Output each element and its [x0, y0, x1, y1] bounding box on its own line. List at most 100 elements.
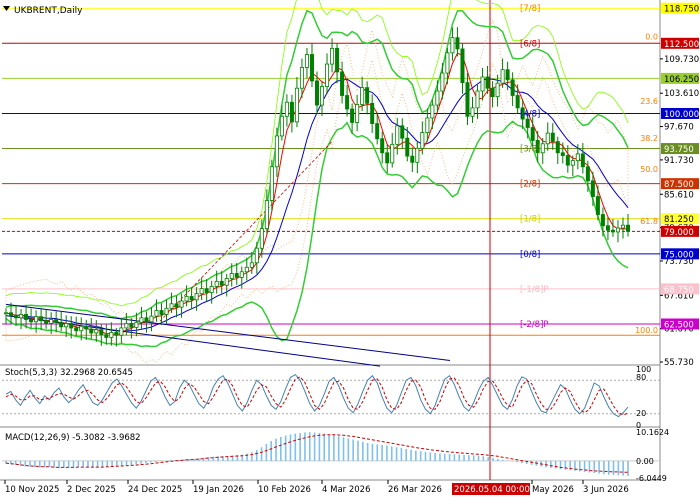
- candle-body: [395, 125, 400, 145]
- candle-body: [455, 37, 460, 50]
- fibo-label: 50.0: [640, 165, 658, 174]
- murrey-label: [0/8]: [520, 250, 540, 260]
- candle-body: [104, 334, 109, 338]
- candle-body: [626, 224, 631, 232]
- symbol-title: UKBRENT,Daily: [14, 6, 83, 16]
- candle-body: [325, 63, 330, 87]
- price-level-label: 81.250: [664, 215, 694, 225]
- candle-body: [570, 160, 575, 166]
- price-tick-label: 97.670: [664, 123, 694, 133]
- candle-body: [9, 312, 14, 316]
- candle-body: [54, 319, 59, 323]
- candle-body: [610, 229, 615, 233]
- candle-body: [154, 310, 159, 317]
- murrey-label: [6/8]: [520, 39, 540, 49]
- candle-body: [39, 316, 44, 322]
- candle-body: [294, 87, 299, 123]
- candle-body: [470, 107, 475, 117]
- candle-body: [209, 285, 214, 293]
- candle-body: [355, 104, 360, 123]
- candle-body: [179, 300, 184, 308]
- candle-body: [375, 123, 380, 140]
- price-level-label: 75.000: [664, 250, 694, 260]
- time-tick-label: May 2026: [532, 485, 574, 495]
- candle-body: [239, 271, 244, 278]
- candle-body: [224, 278, 229, 286]
- candle-body: [229, 273, 234, 279]
- price-level-label: 118.750: [664, 5, 699, 15]
- candle-body: [410, 155, 415, 163]
- candle-body: [515, 95, 520, 109]
- candle-body: [69, 323, 74, 329]
- candle-body: [620, 224, 625, 229]
- murrey-label: [3/8]: [520, 145, 540, 155]
- candle-body: [64, 323, 69, 328]
- candle-body: [365, 87, 370, 104]
- price-tick-label: 55.730: [664, 358, 694, 368]
- time-tick-label: 2 Dec 2025: [67, 485, 116, 495]
- candle-body: [49, 319, 54, 324]
- chart-window[interactable]: 100 80 20 0 10.1624 0.00 -6.0449 109.730 103.61…: [0, 0, 700, 500]
- candle-body: [259, 228, 264, 249]
- candle-body: [274, 135, 279, 168]
- candle-body: [425, 117, 430, 133]
- time-tick-label: 3 Jun 2026: [583, 485, 629, 495]
- candle-body: [264, 200, 269, 229]
- candle-body: [320, 86, 325, 106]
- macd-tick-label: 0.00: [636, 457, 654, 466]
- fibo-label: 61.8: [640, 217, 658, 226]
- candle-body: [600, 214, 605, 227]
- candle-body: [350, 108, 355, 123]
- candle-body: [330, 47, 335, 65]
- candle-body: [575, 153, 580, 162]
- price-tick-label: 109.730: [664, 55, 699, 65]
- candle-body: [119, 327, 124, 336]
- price-level-label: 68.750: [664, 285, 694, 295]
- fibo-label: 23.6: [640, 97, 658, 106]
- time-tick-label: 24 Dec 2025: [128, 485, 182, 495]
- candle-body: [380, 138, 385, 154]
- candle-body: [560, 152, 565, 156]
- candle-body: [114, 332, 119, 336]
- candle-body: [485, 76, 490, 89]
- candle-body: [84, 325, 89, 330]
- candle-body: [565, 155, 570, 166]
- candle-body: [595, 196, 600, 215]
- candle-body: [530, 127, 535, 141]
- candle-body: [430, 104, 435, 119]
- candle-body: [59, 321, 64, 328]
- candle-body: [335, 47, 340, 73]
- candle-body: [500, 69, 505, 84]
- price-level-label: 106.250: [664, 75, 699, 85]
- candle-body: [74, 327, 79, 332]
- time-cursor-label: 2026.05.04 00:00: [454, 485, 530, 495]
- candle-body: [615, 227, 620, 233]
- candle-body: [94, 329, 99, 334]
- stoch-label: Stoch(5,3,3) 32.2968 20.6545: [5, 368, 133, 378]
- candle-body: [194, 293, 199, 301]
- candle-body: [345, 95, 350, 110]
- candle-body: [450, 37, 455, 54]
- candle-body: [405, 137, 410, 157]
- candle-body: [309, 54, 314, 82]
- candle-body: [89, 328, 94, 334]
- fibo-label: 0.0: [645, 33, 658, 42]
- candle-body: [299, 67, 304, 89]
- price-level-label: 79.000: [664, 228, 694, 238]
- candle-body: [465, 82, 470, 117]
- candle-body: [164, 307, 169, 315]
- price-level-label: 87.500: [664, 180, 694, 190]
- murrey-label: [7/8]: [520, 4, 540, 14]
- time-tick-label: 10 Nov 2025: [5, 485, 59, 495]
- fibo-label: 100.0: [635, 326, 658, 335]
- fibo-label: 38.2: [640, 134, 658, 143]
- candle-body: [219, 280, 224, 286]
- price-tick-label: 85.610: [664, 190, 694, 200]
- time-tick-label: 26 Mar 2026: [388, 485, 442, 495]
- time-tick-label: 4 Mar 2026: [322, 485, 370, 495]
- candle-body: [14, 315, 19, 319]
- chart-svg[interactable]: 1008020010.16240.00-6.0449 109.730103.61…: [0, 0, 700, 500]
- price-level-label: 93.750: [664, 145, 694, 155]
- candle-body: [244, 266, 249, 273]
- candle-body: [460, 48, 465, 83]
